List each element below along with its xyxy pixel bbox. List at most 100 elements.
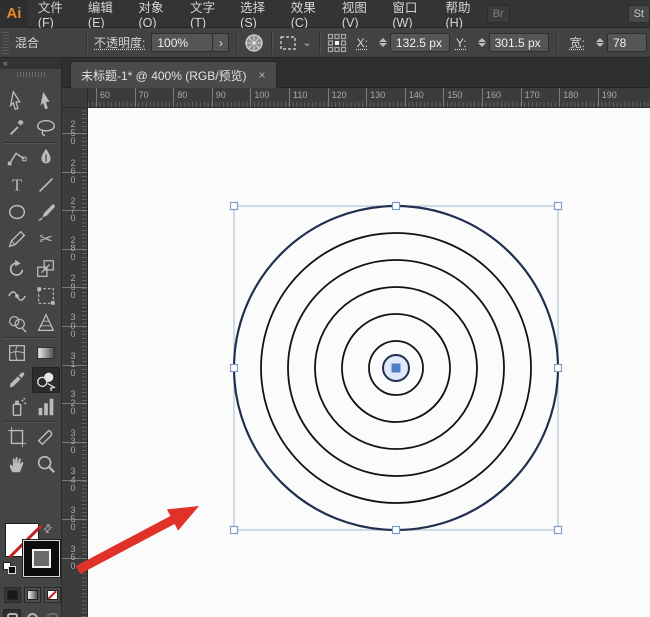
tools-panel-grip[interactable]: [17, 72, 45, 77]
hand-tool[interactable]: [3, 451, 31, 477]
selection-handle[interactable]: [391, 525, 401, 535]
scale-tool[interactable]: [32, 256, 60, 282]
line-segment-tool[interactable]: [32, 172, 60, 198]
scissors-tool[interactable]: ✂: [32, 226, 60, 252]
selection-handle[interactable]: [553, 525, 563, 535]
pen-tool-icon: [41, 148, 51, 164]
eyedropper-tool[interactable]: [3, 367, 31, 393]
h-ruler-label: 160: [482, 88, 501, 107]
artboard-tool-icon: [7, 426, 27, 448]
x-input[interactable]: 132.5 px: [389, 33, 450, 52]
menu-window[interactable]: 窗口(W): [382, 0, 435, 30]
free-transform-tool[interactable]: [32, 283, 60, 309]
gradient-tool-icon: [37, 347, 55, 359]
selection-handle[interactable]: [553, 201, 563, 211]
h-ruler-label: 170: [520, 88, 540, 107]
menu-type[interactable]: 文字(T): [180, 0, 230, 30]
perspective-grid-tool[interactable]: [32, 310, 60, 336]
collapse-panel-icon[interactable]: «: [3, 58, 8, 68]
draw-behind-icon: [26, 612, 38, 617]
menu-help[interactable]: 帮助(H): [436, 0, 487, 30]
y-stepper[interactable]: [477, 38, 486, 47]
menu-select[interactable]: 选择(S): [230, 0, 281, 30]
magic-wand-tool[interactable]: [3, 115, 31, 141]
style-button[interactable]: St: [627, 4, 650, 23]
swap-fill-stroke-icon[interactable]: ⇄: [40, 521, 55, 536]
shaper-tool[interactable]: [3, 145, 31, 171]
menu-file[interactable]: 文件(F): [28, 0, 78, 30]
menu-view[interactable]: 视图(V): [332, 0, 383, 30]
gradient-button[interactable]: [24, 587, 41, 603]
width-label[interactable]: 宽:: [564, 34, 591, 51]
pen-tool[interactable]: [32, 145, 60, 171]
control-bar-grip[interactable]: [2, 31, 9, 54]
type-tool[interactable]: T: [3, 172, 31, 198]
slice-tool[interactable]: [32, 424, 60, 450]
pencil-tool[interactable]: [3, 226, 31, 252]
opacity-label[interactable]: 不透明度:: [94, 34, 145, 51]
zoom-tool[interactable]: [32, 451, 60, 477]
v-ruler-label: 270: [70, 196, 76, 224]
gradient-tool[interactable]: [32, 340, 60, 366]
app-logo-icon[interactable]: Ai: [0, 0, 28, 28]
selection-handle[interactable]: [553, 363, 563, 373]
opacity-dropdown-button[interactable]: ›: [213, 33, 230, 52]
toolbar-separator: [4, 337, 58, 338]
selection-handle[interactable]: [391, 201, 401, 211]
selection-handle[interactable]: [229, 525, 239, 535]
selection-handle[interactable]: [229, 363, 239, 373]
menu-edit[interactable]: 编辑(E): [78, 0, 129, 30]
divider: [555, 31, 557, 54]
x-label[interactable]: X:: [351, 36, 374, 50]
context-label: 混合: [15, 36, 40, 50]
blend-tool[interactable]: [32, 367, 60, 393]
document-tab[interactable]: 未标题-1* @ 400% (RGB/预览) ×: [70, 61, 277, 88]
direct-selection-tool[interactable]: [3, 88, 31, 114]
draw-behind-mode-button[interactable]: [23, 609, 41, 617]
type-tool-icon: T: [12, 176, 22, 195]
width-tool[interactable]: [3, 283, 31, 309]
selection-tool[interactable]: [32, 88, 60, 114]
selection-handle[interactable]: [229, 201, 239, 211]
draw-inside-mode-button[interactable]: [43, 609, 61, 617]
ellipse-tool[interactable]: [3, 199, 31, 225]
color-button[interactable]: [4, 587, 21, 603]
symbol-sprayer-tool[interactable]: [3, 394, 31, 420]
shape-builder-tool[interactable]: [3, 310, 31, 336]
slice-tool-icon: [37, 429, 53, 446]
menu-effect[interactable]: 效果(C): [281, 0, 332, 30]
menu-object[interactable]: 对象(O): [129, 0, 181, 30]
recolor-artwork-icon[interactable]: [244, 33, 264, 53]
control-bar: 混合 不透明度: 100% › ⌄ X: 132.5 px Y: 301.5 p…: [0, 28, 650, 58]
stroke-color-proxy[interactable]: [23, 540, 60, 577]
tools-panel-header[interactable]: «: [0, 58, 61, 69]
tools-panel: « ⇄ T ✂: [0, 58, 62, 617]
document-tab-bar: 未标题-1* @ 400% (RGB/预览) ×: [0, 58, 650, 88]
width-stepper[interactable]: [595, 38, 604, 47]
width-input[interactable]: 78: [606, 33, 647, 52]
artboard-tool[interactable]: [3, 424, 31, 450]
draw-normal-mode-button[interactable]: [3, 609, 21, 617]
lasso-tool[interactable]: [32, 115, 60, 141]
default-fill-stroke-icon[interactable]: [3, 562, 16, 574]
column-graph-tool[interactable]: [32, 394, 60, 420]
menubar-right: Br St: [486, 4, 650, 23]
y-input[interactable]: 301.5 px: [488, 33, 549, 52]
canvas[interactable]: [88, 108, 650, 617]
bridge-button[interactable]: Br: [486, 4, 510, 23]
mesh-tool[interactable]: [3, 340, 31, 366]
selection-center-point[interactable]: [391, 363, 401, 373]
horizontal-ruler[interactable]: 60 70 80 90 100 110 120 130 140 150 160 170 180 190: [88, 88, 650, 108]
rotate-tool[interactable]: [3, 256, 31, 282]
h-ruler-label: 100: [250, 88, 269, 107]
opacity-input[interactable]: 100%: [151, 33, 214, 52]
select-similar-icon[interactable]: ⌄: [279, 34, 312, 52]
y-label[interactable]: Y:: [450, 36, 473, 50]
reference-point-locator[interactable]: [327, 33, 347, 53]
none-button[interactable]: [44, 587, 61, 603]
ruler-corner[interactable]: [62, 88, 88, 108]
x-stepper[interactable]: [378, 38, 387, 47]
close-tab-icon[interactable]: ×: [259, 68, 266, 82]
paintbrush-tool[interactable]: [32, 199, 60, 225]
vertical-ruler[interactable]: 250 260 270 280 290 300 310 320 330 340 350 360: [62, 108, 88, 617]
